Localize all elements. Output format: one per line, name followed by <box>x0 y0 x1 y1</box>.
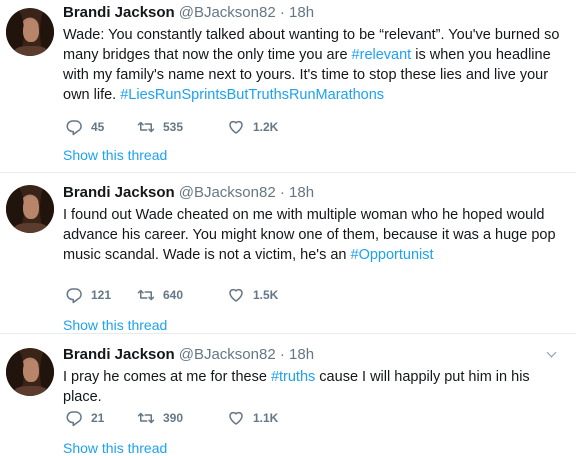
reply-button[interactable]: 45 <box>65 117 104 137</box>
avatar-shirt <box>14 46 48 56</box>
reply-button[interactable]: 121 <box>65 285 111 305</box>
avatar-face <box>23 20 39 42</box>
avatar-shirt <box>14 223 48 233</box>
user-name[interactable]: Brandi Jackson <box>63 4 175 21</box>
like-count: 1.2K <box>253 120 279 134</box>
heart-icon <box>229 411 243 425</box>
like-button[interactable]: 1.2K <box>227 117 278 137</box>
separator-dot: · <box>279 4 285 21</box>
heart-icon <box>229 288 243 302</box>
like-count: 1.1K <box>253 411 279 425</box>
tweet-text-segment: I pray he comes at me for these <box>63 369 271 385</box>
hashtag-link[interactable]: #LiesRunSprintsButTruthsRunMarathons <box>120 87 384 103</box>
timestamp[interactable]: 18h <box>289 4 314 21</box>
user-name[interactable]: Brandi Jackson <box>63 184 175 201</box>
like-count: 1.5K <box>253 288 279 302</box>
tweet[interactable]: Brandi Jackson @BJackson82 · 18h I found … <box>0 172 576 333</box>
hashtag-link[interactable]: #relevant <box>352 47 412 63</box>
reply-icon <box>66 288 82 304</box>
avatar-shirt <box>14 386 48 396</box>
user-handle[interactable]: @BJackson82 <box>179 184 276 201</box>
reply-count: 21 <box>91 411 105 425</box>
tweet-content: Brandi Jackson @BJackson82 · 18h Wade: Yo… <box>63 4 566 163</box>
hashtag-link[interactable]: #truths <box>271 369 315 385</box>
tweet-header: Brandi Jackson @BJackson82 · 18h <box>63 346 566 364</box>
reply-count: 121 <box>91 288 112 302</box>
reply-icon <box>66 120 82 136</box>
show-thread-link[interactable]: Show this thread <box>63 147 167 163</box>
separator-dot: · <box>279 184 285 201</box>
tweet-content: Brandi Jackson @BJackson82 · 18h I pray h… <box>63 346 566 456</box>
avatar[interactable] <box>6 185 54 233</box>
tweet-text: I pray he comes at me for these #truths … <box>63 367 566 407</box>
like-button[interactable]: 1.1K <box>227 408 278 428</box>
timestamp[interactable]: 18h <box>289 346 314 363</box>
avatar[interactable] <box>6 348 54 396</box>
separator-dot: · <box>279 346 285 363</box>
user-handle[interactable]: @BJackson82 <box>179 346 276 363</box>
avatar-face <box>23 197 39 219</box>
user-handle[interactable]: @BJackson82 <box>179 4 276 21</box>
tweet-header: Brandi Jackson @BJackson82 · 18h <box>63 4 566 22</box>
avatar[interactable] <box>6 8 54 56</box>
retweet-button[interactable]: 390 <box>137 408 183 428</box>
chevron-down-icon[interactable] <box>546 349 558 361</box>
retweet-button[interactable]: 640 <box>137 285 183 305</box>
user-name[interactable]: Brandi Jackson <box>63 346 175 363</box>
timestamp[interactable]: 18h <box>289 184 314 201</box>
tweet-text: I found out Wade cheated on me with mult… <box>63 205 566 265</box>
avatar-face <box>23 360 39 382</box>
tweet-content: Brandi Jackson @BJackson82 · 18h I found … <box>63 184 566 333</box>
retweet-button[interactable]: 535 <box>137 117 183 137</box>
retweet-icon <box>137 289 155 301</box>
hashtag-link[interactable]: #Opportunist <box>351 247 434 263</box>
retweet-icon <box>137 412 155 424</box>
show-thread-link[interactable]: Show this thread <box>63 317 167 333</box>
tweet-text-segment: I found out Wade cheated on me with mult… <box>63 207 556 263</box>
reply-count: 45 <box>91 120 105 134</box>
show-thread-link[interactable]: Show this thread <box>63 440 167 456</box>
heart-icon <box>229 120 243 134</box>
retweet-count: 640 <box>163 288 184 302</box>
retweet-icon <box>137 121 155 133</box>
reply-button[interactable]: 21 <box>65 408 104 428</box>
like-button[interactable]: 1.5K <box>227 285 278 305</box>
tweet[interactable]: Brandi Jackson @BJackson82 · 18h I pray h… <box>0 333 576 456</box>
tweet[interactable]: Brandi Jackson @BJackson82 · 18h Wade: Yo… <box>0 0 576 172</box>
tweet-header: Brandi Jackson @BJackson82 · 18h <box>63 184 566 202</box>
tweet-text: Wade: You constantly talked about wantin… <box>63 25 566 105</box>
retweet-count: 535 <box>163 120 184 134</box>
retweet-count: 390 <box>163 411 184 425</box>
reply-icon <box>66 411 82 427</box>
